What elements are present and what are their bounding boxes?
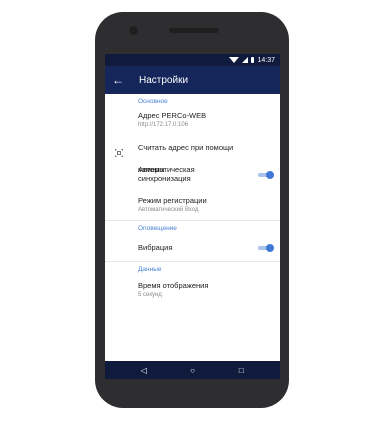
speaker-grille bbox=[169, 28, 219, 33]
toggle-thumb bbox=[266, 244, 274, 252]
toggle-thumb bbox=[266, 171, 274, 179]
section-header-notifications: Оповещение bbox=[138, 225, 177, 232]
nav-back-icon[interactable]: ◁ bbox=[134, 366, 154, 375]
setting-title-line2: синхронизация bbox=[138, 174, 191, 183]
section-header-main: Основное bbox=[138, 98, 168, 105]
signal-icon bbox=[242, 57, 249, 63]
settings-list: Основное Адрес PERCo-WEB http://172.17.0… bbox=[105, 94, 280, 302]
status-bar: 14:37 bbox=[105, 54, 280, 66]
setting-title-line1: Автоматическая bbox=[138, 165, 195, 174]
setting-subtitle: 5 секунд bbox=[138, 292, 162, 298]
phone-frame: 14:37 ← Настройки Основное Адрес PERCo-W… bbox=[95, 12, 289, 408]
back-arrow-icon[interactable]: ← bbox=[105, 73, 131, 87]
front-camera bbox=[129, 26, 138, 35]
nav-home-icon[interactable]: ○ bbox=[183, 366, 203, 375]
page-title: Настройки bbox=[139, 74, 189, 86]
battery-icon bbox=[251, 57, 255, 63]
setting-title: Время отображения bbox=[138, 281, 209, 290]
section-header-data: Данные bbox=[138, 266, 162, 273]
setting-scan-address[interactable]: Считать адрес при помощи камеры bbox=[105, 137, 280, 174]
vibration-toggle[interactable] bbox=[258, 244, 274, 252]
setting-title: Адрес PERCo-WEB bbox=[138, 111, 207, 120]
wifi-icon bbox=[229, 57, 240, 63]
nav-recents-icon[interactable]: □ bbox=[231, 366, 251, 375]
screen: 14:37 ← Настройки Основное Адрес PERCo-W… bbox=[105, 54, 280, 379]
setting-server-address[interactable]: Адрес PERCo-WEB http://172.17.0.106 bbox=[105, 108, 280, 137]
setting-subtitle: http://172.17.0.106 bbox=[138, 122, 189, 128]
setting-title: Режим регистрации bbox=[138, 196, 207, 205]
auto-sync-toggle[interactable] bbox=[258, 171, 274, 179]
navigation-bar: ◁ ○ □ bbox=[105, 361, 280, 379]
app-bar: ← Настройки bbox=[105, 66, 280, 94]
qr-scan-icon bbox=[114, 144, 124, 158]
setting-vibration[interactable]: Вибрация bbox=[105, 235, 280, 261]
setting-registration-mode[interactable]: Режим регистрации Автоматический Вход bbox=[105, 191, 280, 220]
setting-title: Вибрация bbox=[138, 243, 173, 252]
status-time: 14:37 bbox=[257, 56, 275, 64]
setting-display-time[interactable]: Время отображения 5 секунд bbox=[105, 276, 280, 302]
setting-subtitle: Автоматический Вход bbox=[138, 207, 199, 213]
setting-auto-sync[interactable]: Автоматическая синхронизация bbox=[105, 159, 280, 191]
